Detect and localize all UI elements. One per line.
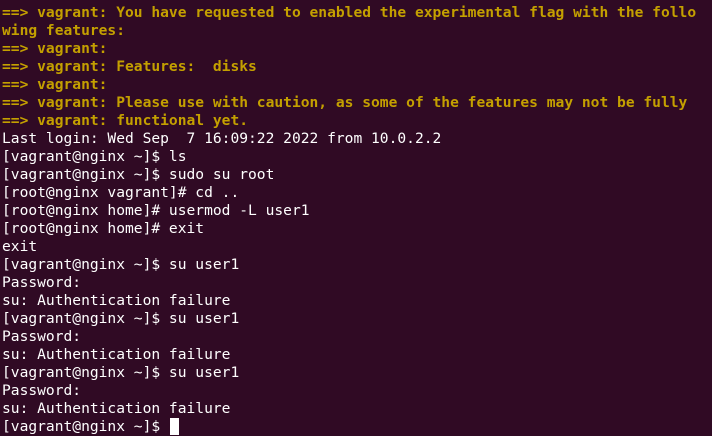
terminal-line: [root@nginx vagrant]# cd ..: [2, 184, 240, 201]
terminal-line: [vagrant@nginx ~]$ ls: [2, 148, 187, 165]
terminal-line: [vagrant@nginx ~]$ su user1: [2, 256, 240, 273]
terminal-prompt: [vagrant@nginx ~]$: [2, 418, 169, 435]
terminal-line: ==> vagrant: functional yet.: [2, 112, 249, 129]
terminal-line: exit: [2, 238, 38, 255]
terminal-line: su: Authentication failure: [2, 400, 231, 417]
terminal-window[interactable]: ==> vagrant: You have requested to enabl…: [0, 0, 712, 436]
terminal-line: [root@nginx home]# usermod -L user1: [2, 202, 310, 219]
terminal-line: ==> vagrant:: [2, 40, 108, 57]
terminal-line: wing features:: [2, 22, 126, 39]
terminal-cursor: [169, 418, 179, 435]
terminal-line: Password:: [2, 274, 82, 291]
terminal-line: Password:: [2, 328, 82, 345]
terminal-line: Last login: Wed Sep 7 16:09:22 2022 from…: [2, 130, 442, 147]
terminal-line: su: Authentication failure: [2, 292, 231, 309]
terminal-line: ==> vagrant:: [2, 76, 108, 93]
terminal-line: [root@nginx home]# exit: [2, 220, 205, 237]
terminal-line: ==> vagrant: Please use with caution, as…: [2, 94, 688, 111]
terminal-line: ==> vagrant: You have requested to enabl…: [2, 4, 697, 21]
terminal-prompt-line[interactable]: [vagrant@nginx ~]$: [2, 418, 712, 436]
terminal-line: [vagrant@nginx ~]$ su user1: [2, 310, 240, 327]
terminal-line: Password:: [2, 382, 82, 399]
terminal-line: [vagrant@nginx ~]$ su user1: [2, 364, 240, 381]
terminal-line: [vagrant@nginx ~]$ sudo su root: [2, 166, 275, 183]
terminal-output: ==> vagrant: You have requested to enabl…: [2, 4, 712, 418]
terminal-line: su: Authentication failure: [2, 346, 231, 363]
terminal-line: ==> vagrant: Features: disks: [2, 58, 257, 75]
